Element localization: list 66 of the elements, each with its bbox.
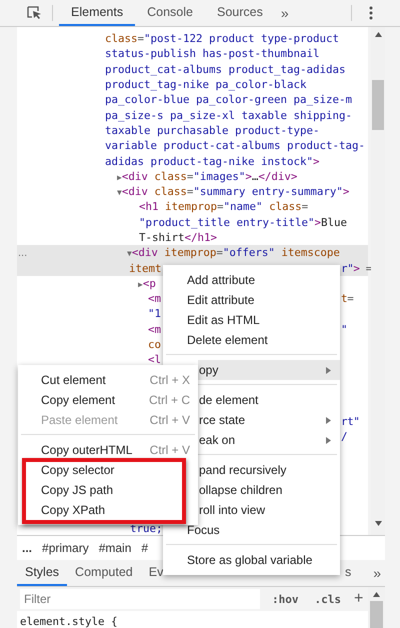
menu-item[interactable]: Copy outerHTML Ctrl + V xyxy=(18,440,198,460)
code-line: <m xyxy=(148,322,162,336)
code-line: rt" xyxy=(341,414,360,428)
menu-item[interactable]: pand recursively xyxy=(198,460,340,480)
menu-item[interactable]: Edit attribute xyxy=(163,290,340,310)
code-line: "product_title entry-title">Blue xyxy=(139,216,348,229)
style-rule: element.style { xyxy=(20,615,118,628)
menu-item[interactable]: Edit as HTML xyxy=(163,310,340,330)
menu-item[interactable]: Copy element Ctrl + C xyxy=(18,390,198,410)
code-line: adidas product-tag-nike instock"> xyxy=(105,154,320,168)
scroll-up-icon[interactable] xyxy=(375,32,382,37)
inspect-icon[interactable] xyxy=(27,6,42,20)
code-line: class="post-122 product type-product xyxy=(105,32,340,46)
new-rule-button[interactable]: + xyxy=(350,590,368,608)
code-line: pa_color-blue pa_color-green pa_size-m xyxy=(105,93,352,106)
filter-field[interactable]: Filter xyxy=(20,589,260,609)
menu-item[interactable]: Cut element Ctrl + X xyxy=(18,370,198,390)
toggle-button[interactable]: :hov xyxy=(267,592,304,606)
scroll-down-icon[interactable] xyxy=(375,521,382,526)
code-line: product_tag-nike pa_color-black xyxy=(105,78,307,92)
code-line: "1 xyxy=(148,307,162,320)
more-tabs-button[interactable]: » xyxy=(369,560,385,586)
code-line: t= xyxy=(341,292,354,306)
code-line: taxable purchasable product-type- xyxy=(105,124,320,137)
scrollbar-thumb[interactable] xyxy=(372,80,384,130)
code-line: pa_size-s pa_size-xl taxable shipping- xyxy=(105,108,352,122)
panel-tab[interactable]: Console xyxy=(135,0,205,26)
code-line: / xyxy=(341,430,348,443)
code-line: status-publish has-post-thumbnail xyxy=(105,47,320,60)
code-line: " xyxy=(341,322,348,336)
scrollbar-thumb[interactable] xyxy=(370,601,383,628)
code-line: ▼<div itemprop="offers" itemscope xyxy=(127,246,340,260)
menu-item[interactable]: Delete element xyxy=(163,330,340,350)
code-line: variable product-cat-albums product-tag- xyxy=(105,139,366,152)
panel-tab[interactable]: Sources xyxy=(204,0,275,26)
menu-item[interactable]: Copy JS path xyxy=(18,480,198,500)
code-line: itemt xyxy=(129,262,162,275)
toggle-button[interactable]: .cls xyxy=(310,592,346,606)
menu-item[interactable]: opy xyxy=(198,360,340,380)
code-line: <l xyxy=(148,353,162,366)
breadcrumb-link[interactable]: #main xyxy=(98,541,132,555)
code-line: ▶<div class="images">…</div> xyxy=(117,170,298,183)
selected-row[interactable]: ... ▼<div itemprop="offers" itemscope xyxy=(17,245,368,260)
menu-item[interactable]: Focus xyxy=(163,520,340,540)
more-options-icon[interactable] xyxy=(369,6,373,20)
code-line: product_cat-albums product_tag-adidas xyxy=(105,62,346,76)
code-line: T-shirt</h1> xyxy=(139,231,218,244)
code-line: <h1 itemprop="name" class= xyxy=(139,200,308,214)
menu-item[interactable]: roll into view xyxy=(198,500,340,520)
menu-item[interactable]: rce state xyxy=(198,410,340,430)
breadcrumb-link[interactable]: ... xyxy=(22,541,32,555)
code-line: true; xyxy=(130,522,163,535)
menu-item[interactable]: eak on xyxy=(198,430,340,450)
panel-tab[interactable]: Computed xyxy=(67,560,141,586)
menu-item[interactable]: Add attribute xyxy=(163,270,340,290)
breadcrumb-link[interactable]: # xyxy=(141,541,148,555)
code-line: ▶<p xyxy=(138,276,156,290)
menu-item[interactable]: ollapse children xyxy=(198,480,340,500)
code-line: ▼<div class="summary entry-summary"> xyxy=(117,185,350,198)
code-line: <m xyxy=(148,292,162,306)
code-line: co xyxy=(148,338,162,352)
breadcrumb-link[interactable]: #primary xyxy=(42,541,89,555)
scroll-up-icon[interactable] xyxy=(373,592,380,597)
menu-item[interactable]: de element xyxy=(198,390,340,410)
more-tabs-button[interactable]: » xyxy=(274,0,295,26)
more-icon[interactable]: ... xyxy=(18,246,28,259)
